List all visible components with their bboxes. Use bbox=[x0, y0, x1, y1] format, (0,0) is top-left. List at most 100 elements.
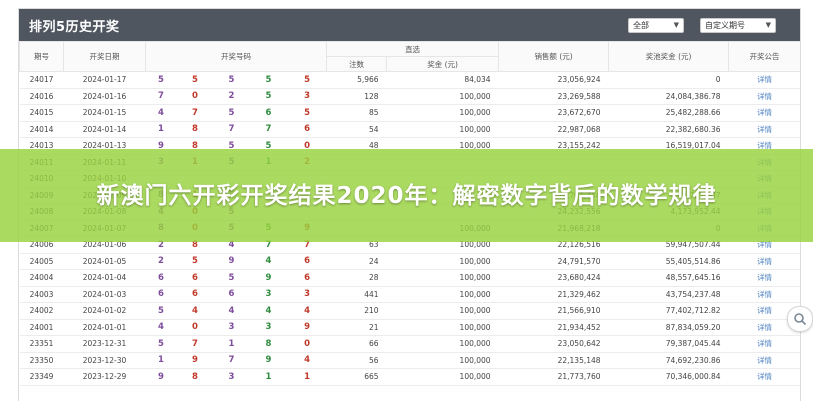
cell-pool: 74,692,230.86 bbox=[608, 352, 729, 369]
cell-number: 5 bbox=[287, 104, 327, 122]
filter-select[interactable]: 全部 ▼ bbox=[628, 17, 684, 33]
details-link[interactable]: 详情 bbox=[728, 352, 800, 369]
cell-sales: 24,791,570 bbox=[498, 253, 609, 270]
details-link[interactable]: 详情 bbox=[728, 71, 800, 89]
cell-number: 6 bbox=[176, 286, 214, 303]
cell-number: 5 bbox=[249, 88, 288, 105]
col-direct-count: 注数 bbox=[326, 56, 388, 72]
table-row: 24004 2024-01-04 6 6 5 9 6 28 100,000 23,680,424 4… bbox=[19, 269, 800, 287]
cell-direct-count: 210 bbox=[326, 302, 387, 320]
cell-number: 4 bbox=[287, 302, 327, 320]
cell-sales: 22,987,068 bbox=[498, 121, 609, 138]
cell-number: 5 bbox=[145, 302, 177, 320]
table-row: 24003 2024-01-03 6 6 6 3 3 441 100,000 21,329,462… bbox=[19, 286, 800, 303]
date-range-select[interactable]: 自定义期号 ▼ bbox=[700, 17, 776, 33]
banner-text: 新澳门六开彩开奖结果2020年：解密数字背后的数学规律 bbox=[96, 182, 717, 209]
cell-direct-prize: 100,000 bbox=[386, 302, 499, 320]
cell-number: 5 bbox=[176, 253, 214, 270]
float-action-button[interactable] bbox=[787, 306, 813, 332]
cell-number: 6 bbox=[213, 286, 250, 303]
panel-title: 排列5历史开奖 bbox=[29, 19, 120, 35]
cell-number: 5 bbox=[213, 269, 250, 287]
cell-number: 4 bbox=[145, 104, 177, 122]
cell-number: 9 bbox=[213, 253, 250, 270]
cell-date: 2024-01-02 bbox=[63, 302, 146, 320]
cell-number: 3 bbox=[249, 286, 288, 303]
cell-number: 0 bbox=[176, 319, 214, 336]
details-link[interactable]: 详情 bbox=[728, 269, 800, 287]
cell-number: 4 bbox=[176, 302, 214, 320]
cell-direct-count: 54 bbox=[326, 121, 387, 138]
table-row: 24002 2024-01-02 5 4 4 4 4 210 100,000 21,566,910… bbox=[19, 302, 800, 320]
cell-number: 7 bbox=[176, 335, 214, 353]
cell-pool: 87,834,059.20 bbox=[608, 319, 729, 336]
cell-number: 8 bbox=[249, 335, 288, 353]
cell-pool: 0 bbox=[608, 71, 729, 89]
cell-number: 5 bbox=[176, 71, 214, 89]
cell-number: 3 bbox=[287, 88, 327, 105]
cell-direct-prize: 100,000 bbox=[386, 253, 499, 270]
cell-pool: 48,557,645.16 bbox=[608, 269, 729, 287]
details-link[interactable]: 详情 bbox=[728, 368, 800, 386]
details-link[interactable]: 详情 bbox=[728, 104, 800, 122]
headline-banner: 新澳门六开彩开奖结果2020年：解密数字背后的数学规律 bbox=[0, 149, 813, 242]
table-row: 24015 2024-01-15 4 7 5 6 5 85 100,000 23,672,670 2… bbox=[19, 104, 800, 122]
cell-number: 5 bbox=[145, 335, 177, 353]
cell-number: 3 bbox=[249, 319, 288, 336]
cell-pool: 43,754,237.48 bbox=[608, 286, 729, 303]
details-link[interactable]: 详情 bbox=[728, 286, 800, 303]
cell-number: 3 bbox=[287, 286, 327, 303]
cell-period: 24016 bbox=[19, 88, 64, 105]
cell-number: 6 bbox=[249, 104, 288, 122]
cell-period: 24003 bbox=[19, 286, 64, 303]
table-row: 24005 2024-01-05 2 5 9 4 6 24 100,000 24,791,570 5… bbox=[19, 253, 800, 270]
chevron-down-icon: ▼ bbox=[765, 21, 771, 29]
cell-number: 9 bbox=[249, 352, 288, 369]
cell-period: 24004 bbox=[19, 269, 64, 287]
details-link[interactable]: 详情 bbox=[728, 335, 800, 353]
cell-number: 6 bbox=[145, 286, 177, 303]
cell-number: 5 bbox=[287, 71, 327, 89]
cell-date: 2024-01-05 bbox=[63, 253, 146, 270]
cell-direct-count: 5,966 bbox=[326, 71, 387, 89]
col-announcement: 开奖公告 bbox=[728, 41, 800, 72]
col-date: 开奖日期 bbox=[63, 41, 146, 72]
cell-number: 7 bbox=[213, 352, 250, 369]
table-row: 24016 2024-01-16 7 0 2 5 3 128 100,000 23,269,588… bbox=[19, 88, 800, 105]
cell-number: 8 bbox=[176, 368, 214, 386]
cell-sales: 21,566,910 bbox=[498, 302, 609, 320]
cell-date: 2024-01-03 bbox=[63, 286, 146, 303]
cell-number: 6 bbox=[287, 121, 327, 138]
cell-number: 9 bbox=[287, 319, 327, 336]
cell-pool: 25,482,288.66 bbox=[608, 104, 729, 122]
cell-number: 7 bbox=[213, 121, 250, 138]
cell-number: 4 bbox=[145, 319, 177, 336]
cell-pool: 55,405,514.86 bbox=[608, 253, 729, 270]
details-link[interactable]: 详情 bbox=[728, 253, 800, 270]
details-link[interactable]: 详情 bbox=[728, 88, 800, 105]
cell-direct-prize: 100,000 bbox=[386, 286, 499, 303]
cell-date: 2024-01-17 bbox=[63, 71, 146, 89]
cell-date: 2023-12-31 bbox=[63, 335, 146, 353]
cell-number: 3 bbox=[213, 319, 250, 336]
cell-period: 23351 bbox=[19, 335, 64, 353]
cell-direct-count: 665 bbox=[326, 368, 387, 386]
cell-sales: 23,269,588 bbox=[498, 88, 609, 105]
cell-pool: 70,346,000.84 bbox=[608, 368, 729, 386]
cell-number: 5 bbox=[213, 71, 250, 89]
cell-number: 6 bbox=[287, 253, 327, 270]
cell-direct-prize: 100,000 bbox=[386, 88, 499, 105]
details-link[interactable]: 详情 bbox=[728, 121, 800, 138]
cell-number: 1 bbox=[145, 352, 177, 369]
cell-number: 1 bbox=[145, 121, 177, 138]
cell-number: 5 bbox=[213, 104, 250, 122]
table-row: 23351 2023-12-31 5 7 1 8 0 66 100,000 23,050,642 7… bbox=[19, 335, 800, 353]
cell-direct-prize: 100,000 bbox=[386, 352, 499, 369]
cell-number: 0 bbox=[287, 335, 327, 353]
cell-direct-count: 21 bbox=[326, 319, 387, 336]
cell-pool: 79,387,045.44 bbox=[608, 335, 729, 353]
cell-number: 6 bbox=[176, 269, 214, 287]
cell-direct-count: 128 bbox=[326, 88, 387, 105]
cell-number: 7 bbox=[145, 88, 177, 105]
cell-number: 9 bbox=[145, 368, 177, 386]
